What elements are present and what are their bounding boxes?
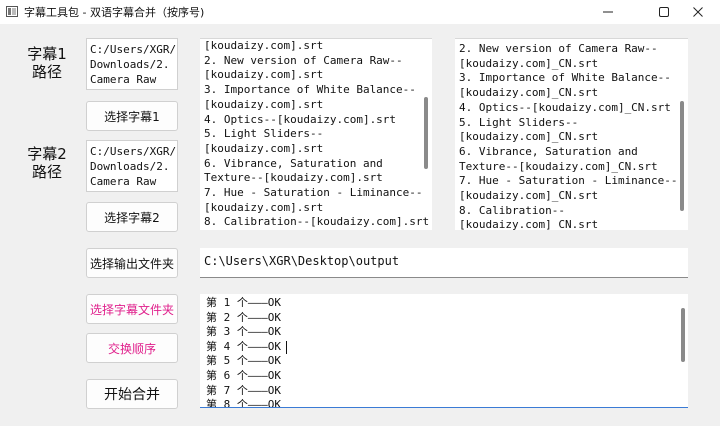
select-output-folder-button[interactable]: 选择输出文件夹 (86, 248, 178, 278)
sub2-list-scrollbar[interactable] (680, 101, 684, 211)
merge-log-text: 第 1 个———OK 第 2 个———OK 第 3 个———OK 第 4 个——… (206, 296, 281, 408)
app-window: 字幕工具包 - 双语字幕合并（按序号) 字幕1 路径 C:/Users/XGR/… (0, 0, 720, 426)
sub1-file-list-text: [koudaizy.com].srt 2. New version of Cam… (204, 39, 430, 229)
select-subtitle-folder-button[interactable]: 选择字幕文件夹 (86, 294, 178, 324)
window-title: 字幕工具包 - 双语字幕合并（按序号) (24, 6, 205, 19)
swap-order-button[interactable]: 交换顺序 (86, 333, 178, 363)
close-icon (693, 7, 703, 17)
sub1-list-scrollbar[interactable] (424, 97, 428, 169)
sub2-path-field[interactable]: C:/Users/XGR/ Downloads/2. Camera Raw (86, 140, 178, 192)
select-sub1-button[interactable]: 选择字幕1 (86, 101, 178, 131)
minimize-icon (603, 11, 613, 13)
sub1-file-list[interactable]: [koudaizy.com].srt 2. New version of Cam… (200, 38, 432, 230)
maximize-icon (659, 7, 669, 17)
sub1-path-field[interactable]: C:/Users/XGR/ Downloads/2. Camera Raw (86, 38, 178, 90)
log-scrollbar[interactable] (681, 308, 685, 362)
output-path-field[interactable]: C:\Users\XGR\Desktop\output (200, 248, 688, 278)
start-merge-button[interactable]: 开始合并 (86, 379, 178, 409)
select-sub2-button[interactable]: 选择字幕2 (86, 202, 178, 232)
sub2-file-list-text: 2. New version of Camera Raw-- [koudaizy… (459, 42, 678, 230)
subtitle-toolkit-icon (6, 6, 18, 17)
title-bar[interactable]: 字幕工具包 - 双语字幕合并（按序号) (0, 0, 720, 24)
merge-log[interactable]: 第 1 个———OK 第 2 个———OK 第 3 个———OK 第 4 个——… (200, 294, 688, 408)
sub2-file-list[interactable]: 2. New version of Camera Raw-- [koudaizy… (455, 38, 688, 230)
sub2-label: 字幕2 路径 (27, 145, 67, 181)
minimize-button[interactable] (586, 0, 630, 24)
close-button[interactable] (676, 0, 720, 24)
sub1-label: 字幕1 路径 (27, 45, 67, 81)
text-caret (286, 341, 287, 354)
